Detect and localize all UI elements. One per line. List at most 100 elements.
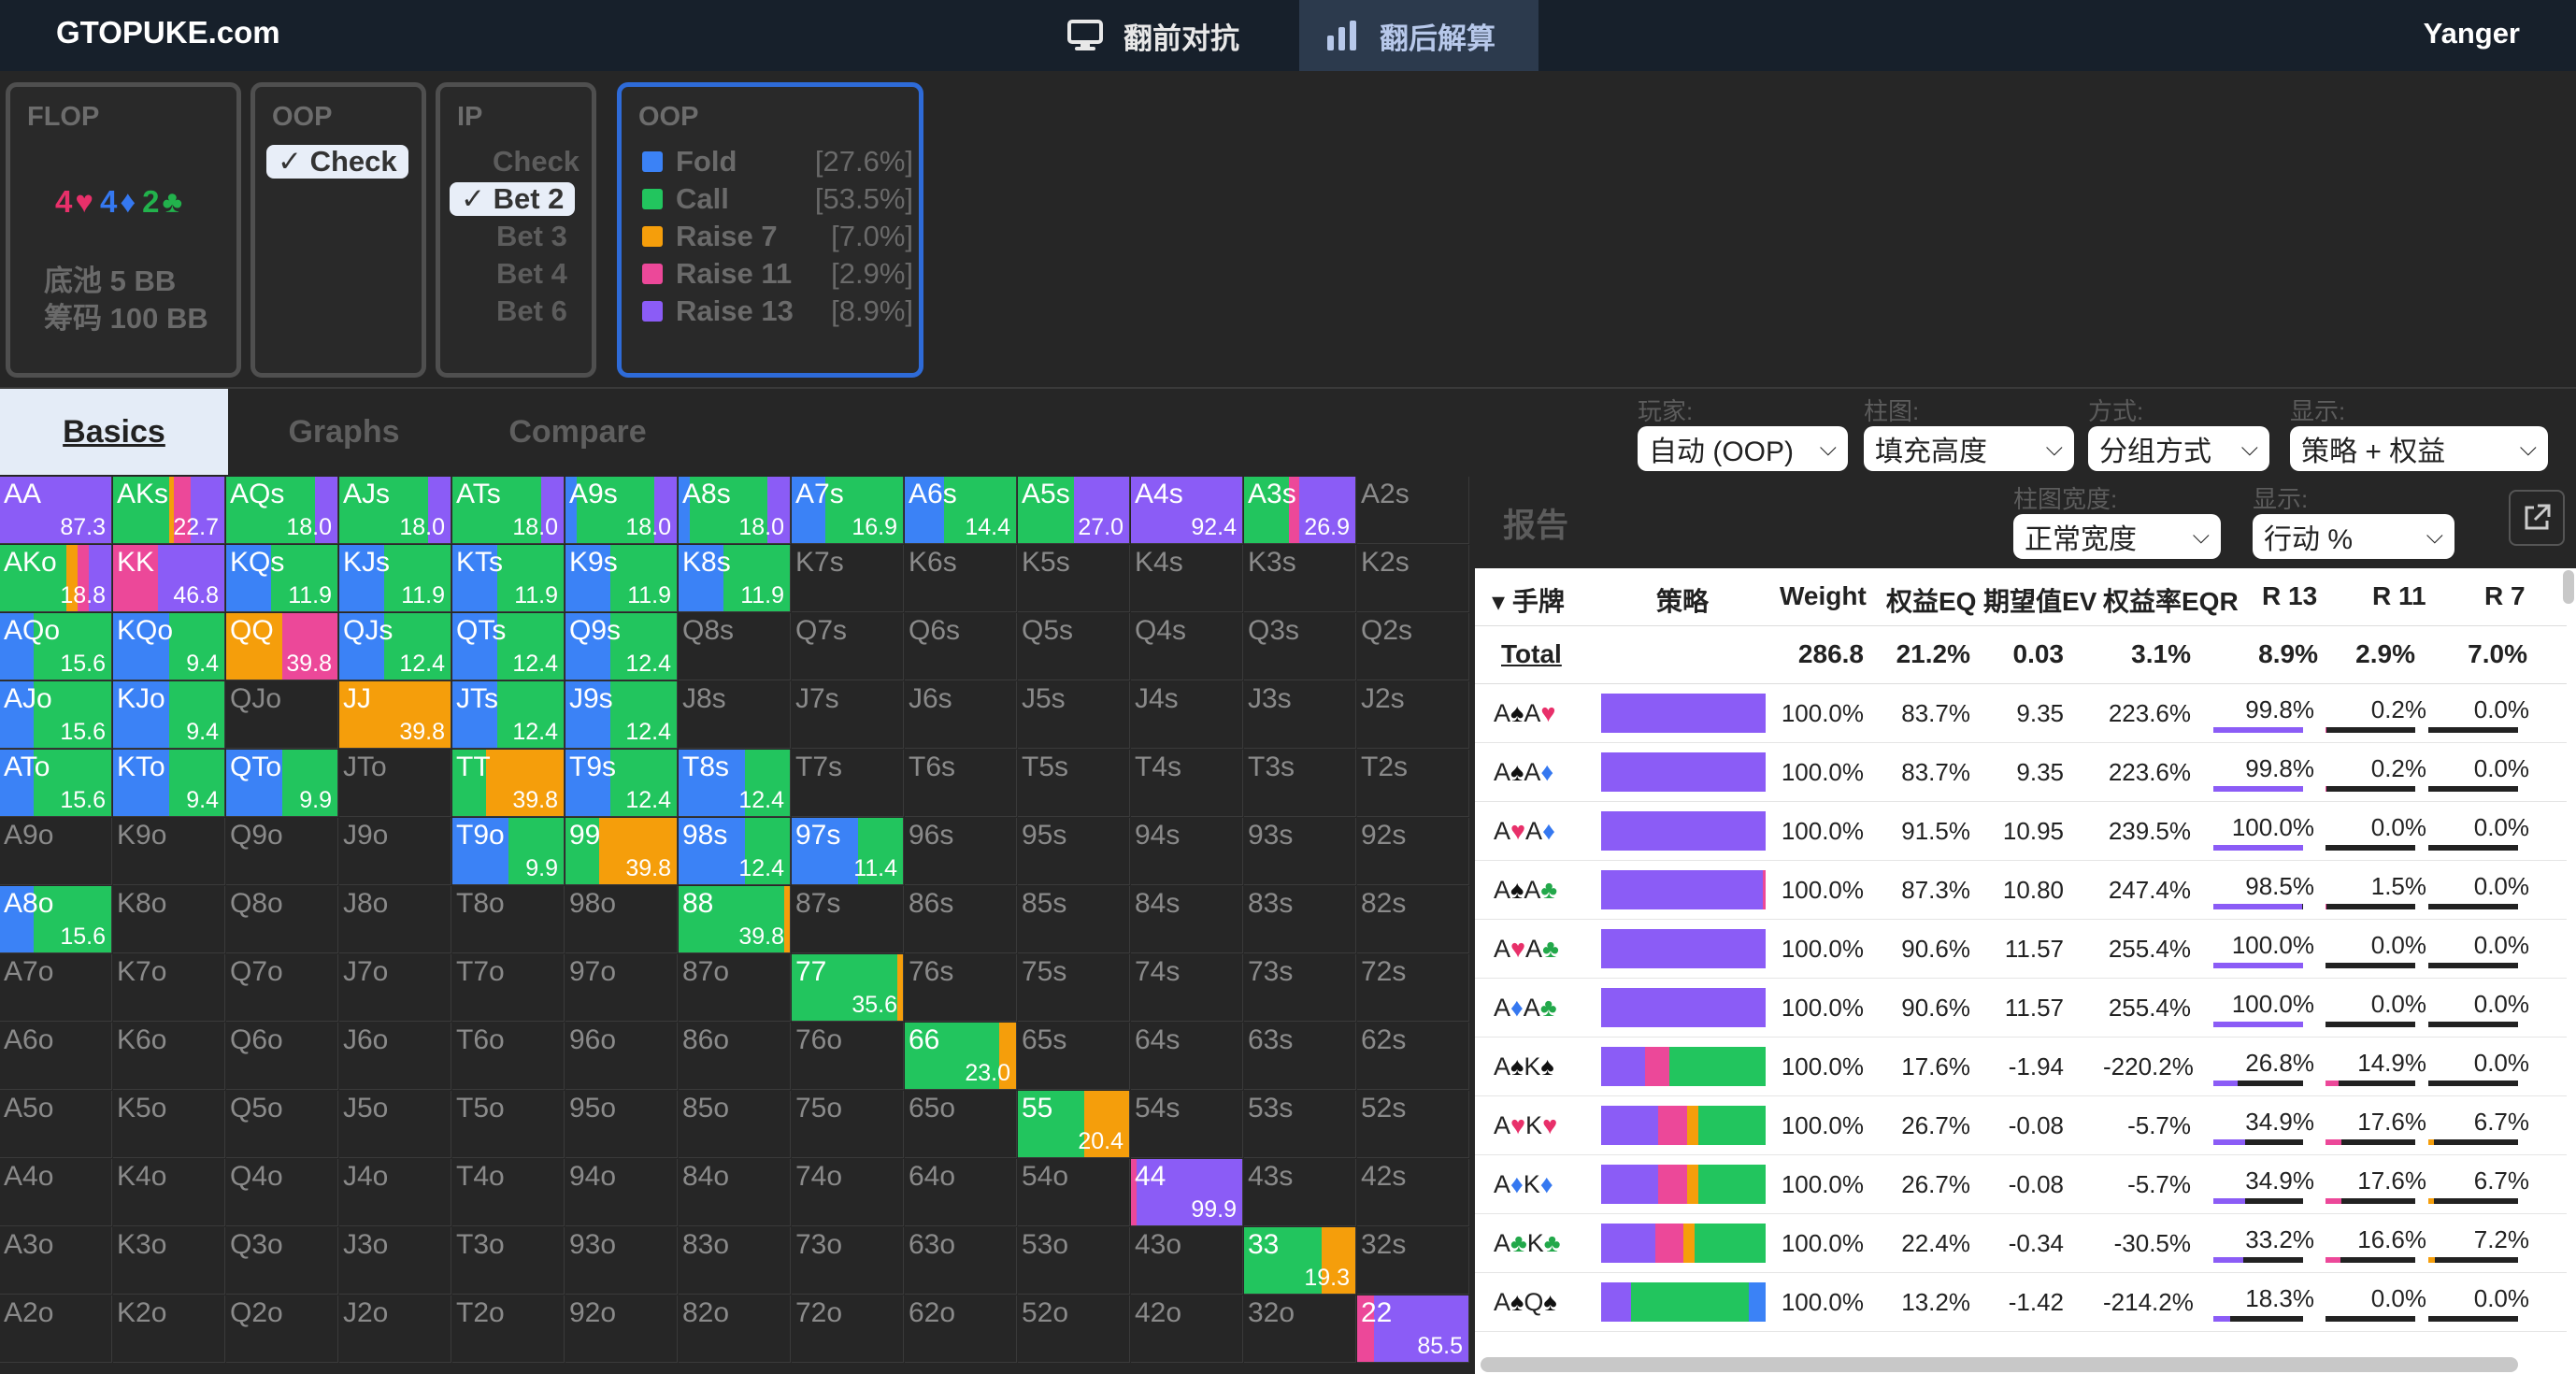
total-label[interactable]: Total <box>1501 639 1562 669</box>
hand-cell-54o[interactable]: 54o <box>1018 1159 1130 1226</box>
hand-cell-44[interactable]: 99.9 44 <box>1131 1159 1243 1226</box>
hand-row[interactable]: A♥A♣ 100.0% 90.6% 11.57 255.4% 100.0% 0.0% 0.0% <box>1475 920 2567 979</box>
hand-cell-KTo[interactable]: 9.4 KTo <box>113 750 225 817</box>
hand-cell-Q8o[interactable]: Q8o <box>226 886 338 953</box>
hand-cell-A3o[interactable]: A3o <box>0 1227 112 1295</box>
hand-cell-94s[interactable]: 94s <box>1131 818 1243 885</box>
hand-cell-96s[interactable]: 96s <box>905 818 1017 885</box>
hand-cell-98o[interactable]: 98o <box>565 886 678 953</box>
ip-option-bet3[interactable]: Bet 3 <box>496 220 567 253</box>
hand-cell-J2s[interactable]: J2s <box>1357 681 1469 749</box>
hand-cell-AJs[interactable]: 18.0 AJs <box>339 477 451 544</box>
hand-cell-Q9s[interactable]: 12.4 Q9s <box>565 613 678 680</box>
hand-cell-76s[interactable]: 76s <box>905 954 1017 1022</box>
ip-option-bet6[interactable]: Bet 6 <box>496 294 567 328</box>
hand-cell-T2s[interactable]: T2s <box>1357 750 1469 817</box>
hand-cell-QTo[interactable]: 9.9 QTo <box>226 750 338 817</box>
hand-cell-62o[interactable]: 62o <box>905 1295 1017 1363</box>
hand-cell-77[interactable]: 35.6 77 <box>792 954 904 1022</box>
hand-cell-T9s[interactable]: 12.4 T9s <box>565 750 678 817</box>
tab-postflop[interactable]: 翻后解算 <box>1299 0 1538 71</box>
oop-option-check[interactable]: ✓ Check <box>266 145 408 179</box>
hand-cell-82o[interactable]: 82o <box>679 1295 791 1363</box>
hand-cell-T4o[interactable]: T4o <box>452 1159 565 1226</box>
hand-cell-76o[interactable]: 76o <box>792 1023 904 1090</box>
display-select[interactable]: 策略 + 权益 ⌵ <box>2290 426 2548 471</box>
hand-cell-75s[interactable]: 75s <box>1018 954 1130 1022</box>
hand-cell-K9s[interactable]: 11.9 K9s <box>565 545 678 612</box>
ip-option-check[interactable]: Check <box>493 145 580 179</box>
hand-cell-J3o[interactable]: J3o <box>339 1227 451 1295</box>
hand-cell-32s[interactable]: 32s <box>1357 1227 1469 1295</box>
hand-cell-33[interactable]: 19.3 33 <box>1244 1227 1356 1295</box>
hand-cell-73o[interactable]: 73o <box>792 1227 904 1295</box>
hand-cell-94o[interactable]: 94o <box>565 1159 678 1226</box>
hand-row[interactable]: A♣K♣ 100.0% 22.4% -0.34 -30.5% 33.2% 16.6% 7.2% <box>1475 1214 2567 1273</box>
col-weight[interactable]: Weight <box>1780 581 1867 611</box>
hand-cell-62s[interactable]: 62s <box>1357 1023 1469 1090</box>
hand-cell-73s[interactable]: 73s <box>1244 954 1356 1022</box>
hand-cell-K6o[interactable]: K6o <box>113 1023 225 1090</box>
hand-cell-K8s[interactable]: 11.9 K8s <box>679 545 791 612</box>
hand-cell-T5s[interactable]: T5s <box>1018 750 1130 817</box>
hand-cell-J8o[interactable]: J8o <box>339 886 451 953</box>
hand-cell-87o[interactable]: 87o <box>679 954 791 1022</box>
tab-preflop[interactable]: 翻前对抗 <box>1041 0 1281 71</box>
hand-cell-99[interactable]: 39.8 99 <box>565 818 678 885</box>
tab-graphs[interactable]: Graphs <box>230 389 458 475</box>
hand-cell-63o[interactable]: 63o <box>905 1227 1017 1295</box>
hand-cell-84s[interactable]: 84s <box>1131 886 1243 953</box>
hand-cell-J7s[interactable]: J7s <box>792 681 904 749</box>
hand-cell-A2o[interactable]: A2o <box>0 1295 112 1363</box>
hand-cell-J2o[interactable]: J2o <box>339 1295 451 1363</box>
hand-cell-ATo[interactable]: 15.6 ATo <box>0 750 112 817</box>
hand-row[interactable]: A♦K♦ 100.0% 26.7% -0.08 -5.7% 34.9% 17.6% 6.7% <box>1475 1155 2567 1214</box>
hand-cell-43s[interactable]: 43s <box>1244 1159 1356 1226</box>
ip-option-bet2[interactable]: ✓ Bet 2 <box>450 182 576 216</box>
hand-cell-J6s[interactable]: J6s <box>905 681 1017 749</box>
hand-cell-75o[interactable]: 75o <box>792 1091 904 1158</box>
hand-cell-Q6s[interactable]: Q6s <box>905 613 1017 680</box>
hand-row[interactable]: A♠A♦ 100.0% 83.7% 9.35 223.6% 99.8% 0.2% 0.0% <box>1475 743 2567 802</box>
hand-cell-86o[interactable]: 86o <box>679 1023 791 1090</box>
hand-cell-84o[interactable]: 84o <box>679 1159 791 1226</box>
hand-row[interactable]: A♠A♥ 100.0% 83.7% 9.35 223.6% 99.8% 0.2% 0.0% <box>1475 684 2567 743</box>
hand-cell-AA[interactable]: 87.3 AA <box>0 477 112 544</box>
hand-cell-A6o[interactable]: A6o <box>0 1023 112 1090</box>
hand-cell-87s[interactable]: 87s <box>792 886 904 953</box>
hand-cell-JTs[interactable]: 12.4 JTs <box>452 681 565 749</box>
hand-cell-43o[interactable]: 43o <box>1131 1227 1243 1295</box>
hand-cell-Q9o[interactable]: Q9o <box>226 818 338 885</box>
hand-cell-Q5s[interactable]: Q5s <box>1018 613 1130 680</box>
hand-cell-K3o[interactable]: K3o <box>113 1227 225 1295</box>
hand-cell-T7s[interactable]: T7s <box>792 750 904 817</box>
col-r11[interactable]: R 11 <box>2372 581 2426 611</box>
hand-cell-A4s[interactable]: 92.4 A4s <box>1131 477 1243 544</box>
hand-cell-85s[interactable]: 85s <box>1018 886 1130 953</box>
hand-cell-J5o[interactable]: J5o <box>339 1091 451 1158</box>
hand-cell-AJo[interactable]: 15.6 AJo <box>0 681 112 749</box>
hand-cell-K4s[interactable]: K4s <box>1131 545 1243 612</box>
hand-cell-ATs[interactable]: 18.0 ATs <box>452 477 565 544</box>
hand-cell-JTo[interactable]: JTo <box>339 750 451 817</box>
hand-cell-A8s[interactable]: 18.0 A8s <box>679 477 791 544</box>
hand-cell-A4o[interactable]: A4o <box>0 1159 112 1226</box>
hand-cell-52s[interactable]: 52s <box>1357 1091 1469 1158</box>
col-eqr[interactable]: 权益率EQR <box>2103 581 2239 619</box>
hand-cell-54s[interactable]: 54s <box>1131 1091 1243 1158</box>
hand-cell-Q2s[interactable]: Q2s <box>1357 613 1469 680</box>
hand-cell-42o[interactable]: 42o <box>1131 1295 1243 1363</box>
hand-cell-Q7s[interactable]: Q7s <box>792 613 904 680</box>
hand-cell-65o[interactable]: 65o <box>905 1091 1017 1158</box>
hand-cell-T6o[interactable]: T6o <box>452 1023 565 1090</box>
col-r7[interactable]: R 7 <box>2484 581 2526 611</box>
hand-cell-Q4s[interactable]: Q4s <box>1131 613 1243 680</box>
hand-cell-66[interactable]: 23.0 66 <box>905 1023 1017 1090</box>
hand-cell-T9o[interactable]: 9.9 T9o <box>452 818 565 885</box>
hand-cell-52o[interactable]: 52o <box>1018 1295 1130 1363</box>
hand-cell-T5o[interactable]: T5o <box>452 1091 565 1158</box>
hand-cell-KK[interactable]: 46.8 KK <box>113 545 225 612</box>
hand-cell-Q3s[interactable]: Q3s <box>1244 613 1356 680</box>
hand-cell-T6s[interactable]: T6s <box>905 750 1017 817</box>
hand-cell-22[interactable]: 85.5 22 <box>1357 1295 1469 1363</box>
